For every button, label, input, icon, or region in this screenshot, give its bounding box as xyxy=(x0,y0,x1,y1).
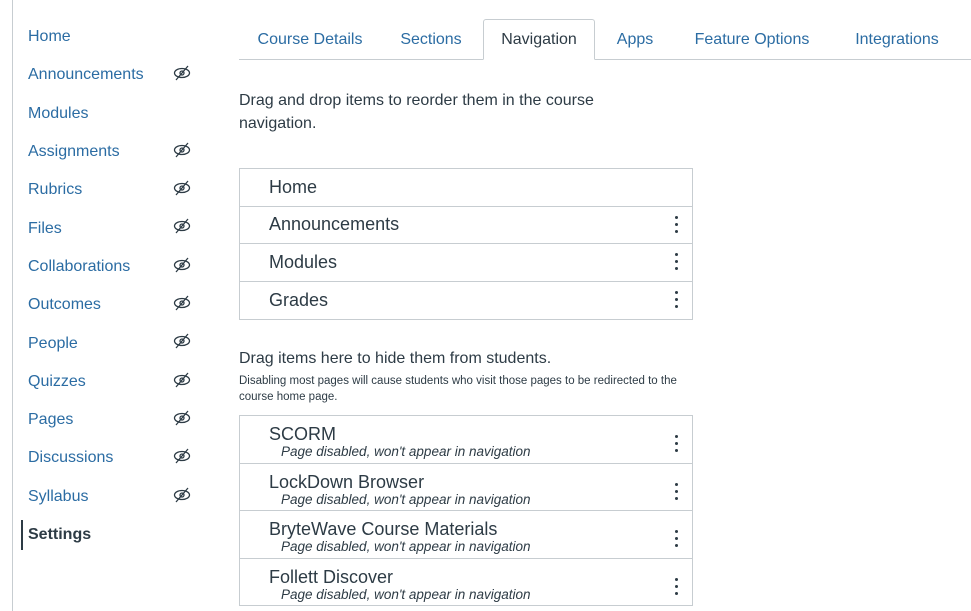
tab-integrations[interactable]: Integrations xyxy=(831,19,963,60)
hidden-section-title: Drag items here to hide them from studen… xyxy=(239,350,552,367)
kebab-menu-icon[interactable] xyxy=(673,253,679,271)
sidebar-item-syllabus[interactable]: Syllabus xyxy=(28,478,208,516)
sidebar-item-label[interactable]: Assignments xyxy=(28,143,120,161)
disabled-item-lockdown-browser[interactable]: LockDown Browser Page disabled, won't ap… xyxy=(240,464,692,511)
eye-slash-icon xyxy=(173,219,191,234)
sidebar-item-label[interactable]: Quizzes xyxy=(28,373,86,391)
tab-sections[interactable]: Sections xyxy=(381,19,481,60)
sidebar-item-label[interactable]: Home xyxy=(28,28,71,46)
sidebar-item-assignments[interactable]: Assignments xyxy=(28,133,208,171)
nav-item-label: Announcements xyxy=(269,214,400,235)
nav-item-label: Home xyxy=(269,176,318,197)
disabled-item-label: LockDown Browser xyxy=(269,471,425,492)
nav-item-grades[interactable]: Grades xyxy=(240,282,692,320)
disabled-item-label: SCORM xyxy=(269,424,336,444)
disabled-item-brytewave[interactable]: BryteWave Course Materials Page disabled… xyxy=(240,511,692,559)
sidebar-item-label[interactable]: Files xyxy=(28,220,62,238)
eye-slash-icon xyxy=(173,333,191,349)
sidebar-item-label[interactable]: Syllabus xyxy=(28,488,88,506)
disabled-item-follett-discover[interactable]: Follett Discover Page disabled, won't ap… xyxy=(240,559,692,606)
disabled-item-note: Page disabled, won't appear in navigatio… xyxy=(281,491,531,507)
reorder-instructions: Drag and drop items to reorder them in t… xyxy=(239,92,594,132)
sidebar-item-home[interactable]: Home xyxy=(28,18,208,56)
nav-item-label: Modules xyxy=(269,251,338,272)
sidebar-item-files[interactable]: Files xyxy=(28,209,208,247)
sidebar-item-label[interactable]: Settings xyxy=(28,526,91,544)
eye-slash-icon xyxy=(173,257,191,273)
course-navigation-sidebar: Home Announcements Modules Assignments R… xyxy=(21,18,208,554)
hidden-section-note: Disabling most pages will cause students… xyxy=(239,375,677,403)
sidebar-item-label[interactable]: Discussions xyxy=(28,449,113,467)
eye-slash-icon xyxy=(173,372,191,388)
tab-course-details[interactable]: Course Details xyxy=(239,19,381,60)
sidebar-item-label[interactable]: Outcomes xyxy=(28,296,101,314)
disabled-item-note: Page disabled, won't appear in navigatio… xyxy=(281,539,531,554)
disabled-item-label: BryteWave Course Materials xyxy=(269,519,498,539)
disabled-item-note: Page disabled, won't appear in navigatio… xyxy=(281,444,531,459)
sidebar-item-label[interactable]: Rubrics xyxy=(28,181,82,199)
kebab-menu-icon[interactable] xyxy=(673,482,679,501)
nav-item-home[interactable]: Home xyxy=(240,169,692,207)
eye-slash-icon xyxy=(173,410,191,426)
eye-slash-icon xyxy=(173,448,191,464)
sidebar-item-label[interactable]: Announcements xyxy=(28,66,144,84)
nav-item-modules[interactable]: Modules xyxy=(240,244,692,282)
tab-feature-options[interactable]: Feature Options xyxy=(673,19,831,60)
nav-item-announcements[interactable]: Announcements xyxy=(240,207,692,244)
sidebar-item-label[interactable]: Pages xyxy=(28,411,73,429)
sidebar-item-outcomes[interactable]: Outcomes xyxy=(28,286,208,324)
sidebar-item-quizzes[interactable]: Quizzes xyxy=(28,363,208,401)
eye-slash-icon xyxy=(173,142,191,158)
sidebar-item-label[interactable]: People xyxy=(28,335,78,353)
disabled-nav-list: SCORM Page disabled, won't appear in nav… xyxy=(239,415,693,606)
sidebar-item-people[interactable]: People xyxy=(28,324,208,362)
sidebar-item-label[interactable]: Modules xyxy=(28,105,88,123)
sidebar-item-announcements[interactable]: Announcements xyxy=(28,56,208,94)
sidebar-item-pages[interactable]: Pages xyxy=(28,401,208,439)
tab-apps[interactable]: Apps xyxy=(597,19,673,60)
sidebar-item-settings[interactable]: Settings xyxy=(21,516,208,554)
disabled-item-scorm[interactable]: SCORM Page disabled, won't appear in nav… xyxy=(240,416,692,464)
eye-slash-icon xyxy=(173,295,191,311)
sidebar-item-modules[interactable]: Modules xyxy=(28,95,208,133)
sidebar-item-rubrics[interactable]: Rubrics xyxy=(28,171,208,209)
kebab-menu-icon[interactable] xyxy=(673,530,679,548)
kebab-menu-icon[interactable] xyxy=(673,577,679,596)
tab-navigation[interactable]: Navigation xyxy=(483,19,595,60)
disabled-item-label: Follett Discover xyxy=(269,566,394,587)
left-border xyxy=(12,0,13,611)
eye-slash-icon xyxy=(173,65,191,81)
nav-item-label: Grades xyxy=(269,289,329,310)
enabled-nav-list: Home Announcements Modules Grades xyxy=(239,168,693,320)
sidebar-item-collaborations[interactable]: Collaborations xyxy=(28,248,208,286)
eye-slash-icon xyxy=(173,487,191,502)
kebab-menu-icon[interactable] xyxy=(673,215,679,234)
sidebar-item-discussions[interactable]: Discussions xyxy=(28,439,208,477)
settings-tabs: Course Details Sections Navigation Apps … xyxy=(239,19,971,60)
kebab-menu-icon[interactable] xyxy=(673,291,679,309)
disabled-item-note: Page disabled, won't appear in navigatio… xyxy=(281,586,531,602)
kebab-menu-icon[interactable] xyxy=(673,435,679,453)
sidebar-item-label[interactable]: Collaborations xyxy=(28,258,130,276)
eye-slash-icon xyxy=(173,180,191,196)
